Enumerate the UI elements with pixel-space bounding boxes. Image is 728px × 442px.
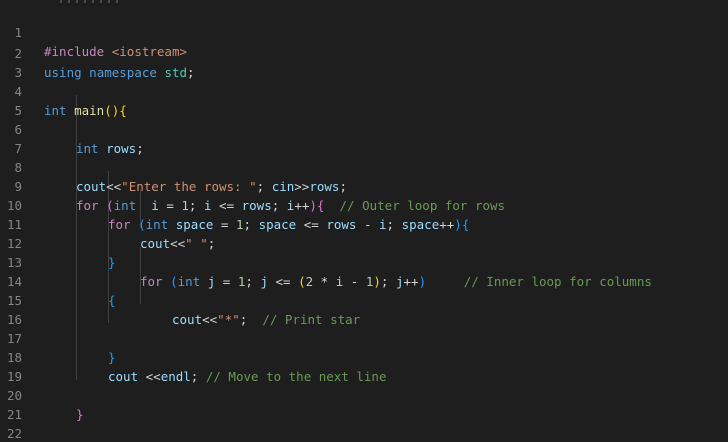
code-line[interactable]: 17 } — [0, 310, 728, 365]
code-line[interactable]: 14 { — [0, 253, 728, 308]
code-line[interactable]: 11 cout<<" "; — [0, 196, 728, 251]
code-editor[interactable]: 1 #include <iostream> 2 using namespace … — [0, 0, 728, 442]
code-line[interactable]: 5 — [0, 82, 728, 118]
code-line[interactable]: 9 for (int i = 1; i <= rows; i++){ // Ou… — [0, 158, 728, 213]
code-line[interactable]: 20 } — [0, 367, 728, 422]
code-line[interactable]: 22 } — [0, 405, 728, 441]
code-line[interactable]: 7 — [0, 120, 728, 156]
code-line[interactable]: 10 for (int space = 1; space <= rows - i… — [0, 177, 728, 232]
code-line[interactable]: 8 cout<<"Enter the rows: "; cin>>rows; — [0, 139, 728, 194]
code-line[interactable]: 15 cout<<"*"; // Print star — [0, 272, 728, 327]
code-line[interactable]: 18 cout <<endl; // Move to the next line — [0, 329, 728, 384]
code-line[interactable]: 3 — [0, 44, 728, 80]
code-line[interactable]: 6 int rows; — [0, 101, 728, 156]
scrolled-line-fragment — [60, 0, 120, 3]
code-line[interactable]: 2 using namespace std; — [0, 25, 728, 80]
code-line[interactable]: 21 — [0, 386, 728, 422]
code-line[interactable]: 13 for (int j = 1; j <= (2 * i - 1); j++… — [0, 234, 728, 289]
line-number: 22 — [6, 426, 22, 441]
code-line[interactable]: 1 #include <iostream> — [0, 4, 728, 59]
code-line[interactable]: 4 int main(){ — [0, 63, 728, 118]
code-line[interactable]: 16 — [0, 291, 728, 327]
code-line[interactable]: 19 — [0, 348, 728, 384]
code-line[interactable]: 12 } — [0, 215, 728, 270]
